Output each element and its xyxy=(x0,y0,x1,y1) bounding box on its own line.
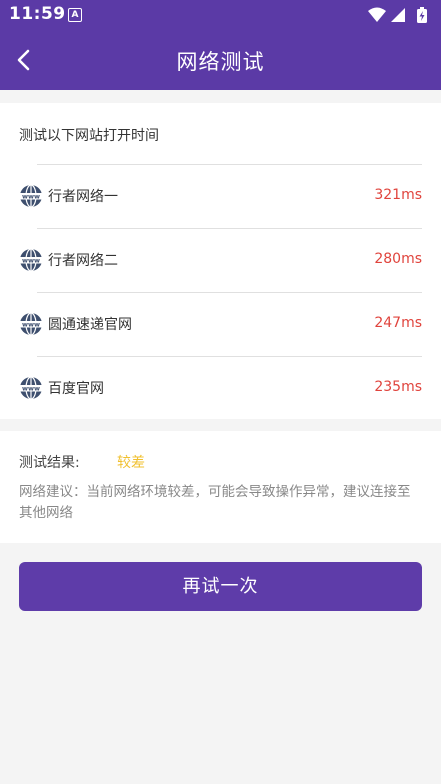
signal-icon xyxy=(391,8,405,22)
svg-text:www: www xyxy=(22,385,40,393)
site-row-3: www 圆通速递官网 247ms xyxy=(0,292,441,354)
result-label: 测试结果: xyxy=(19,455,80,471)
network-advice: 网络建议：当前网络环境较差，可能会导致操作异常，建议连接至其他网络 xyxy=(19,484,411,521)
site-latency: 247ms xyxy=(374,315,422,331)
globe-www-icon: www xyxy=(19,248,43,272)
site-latency: 321ms xyxy=(374,187,422,203)
app-bar: 网络测试 xyxy=(0,30,441,90)
svg-text:www: www xyxy=(22,321,40,329)
row-divider xyxy=(37,228,422,229)
row-divider xyxy=(37,292,422,293)
site-latency: 235ms xyxy=(374,379,422,395)
result-value: 较差 xyxy=(117,455,145,471)
globe-www-icon: www xyxy=(19,312,43,336)
status-icons xyxy=(368,7,427,23)
result-card: 测试结果: 较差 网络建议：当前网络环境较差，可能会导致操作异常，建议连接至其他… xyxy=(0,431,441,543)
retry-button[interactable]: 再试一次 xyxy=(19,562,422,611)
svg-text:www: www xyxy=(22,193,40,201)
site-row-4: www 百度官网 235ms xyxy=(0,356,441,418)
site-latency: 280ms xyxy=(374,251,422,267)
row-divider xyxy=(37,356,422,357)
status-time: 11:59 xyxy=(9,4,66,24)
sites-heading: 测试以下网站打开时间 xyxy=(19,128,159,144)
globe-www-icon: www xyxy=(19,376,43,400)
wifi-icon xyxy=(368,7,386,22)
battery-charging-icon xyxy=(417,7,427,23)
page-title: 网络测试 xyxy=(176,50,265,74)
site-row-1: www 行者网络一 321ms xyxy=(0,164,441,226)
site-name: 百度官网 xyxy=(48,381,104,397)
notification-icon: A xyxy=(68,8,82,22)
svg-text:www: www xyxy=(22,257,40,265)
site-name: 圆通速递官网 xyxy=(48,317,132,333)
globe-www-icon: www xyxy=(19,184,43,208)
sites-card: 测试以下网站打开时间 www 行者网络一 321ms www 行者网络二 280… xyxy=(0,103,441,419)
site-name: 行者网络一 xyxy=(48,189,118,205)
site-name: 行者网络二 xyxy=(48,253,118,269)
status-bar: 11:59 A xyxy=(0,0,441,30)
row-divider xyxy=(37,164,422,165)
site-row-2: www 行者网络二 280ms xyxy=(0,228,441,290)
